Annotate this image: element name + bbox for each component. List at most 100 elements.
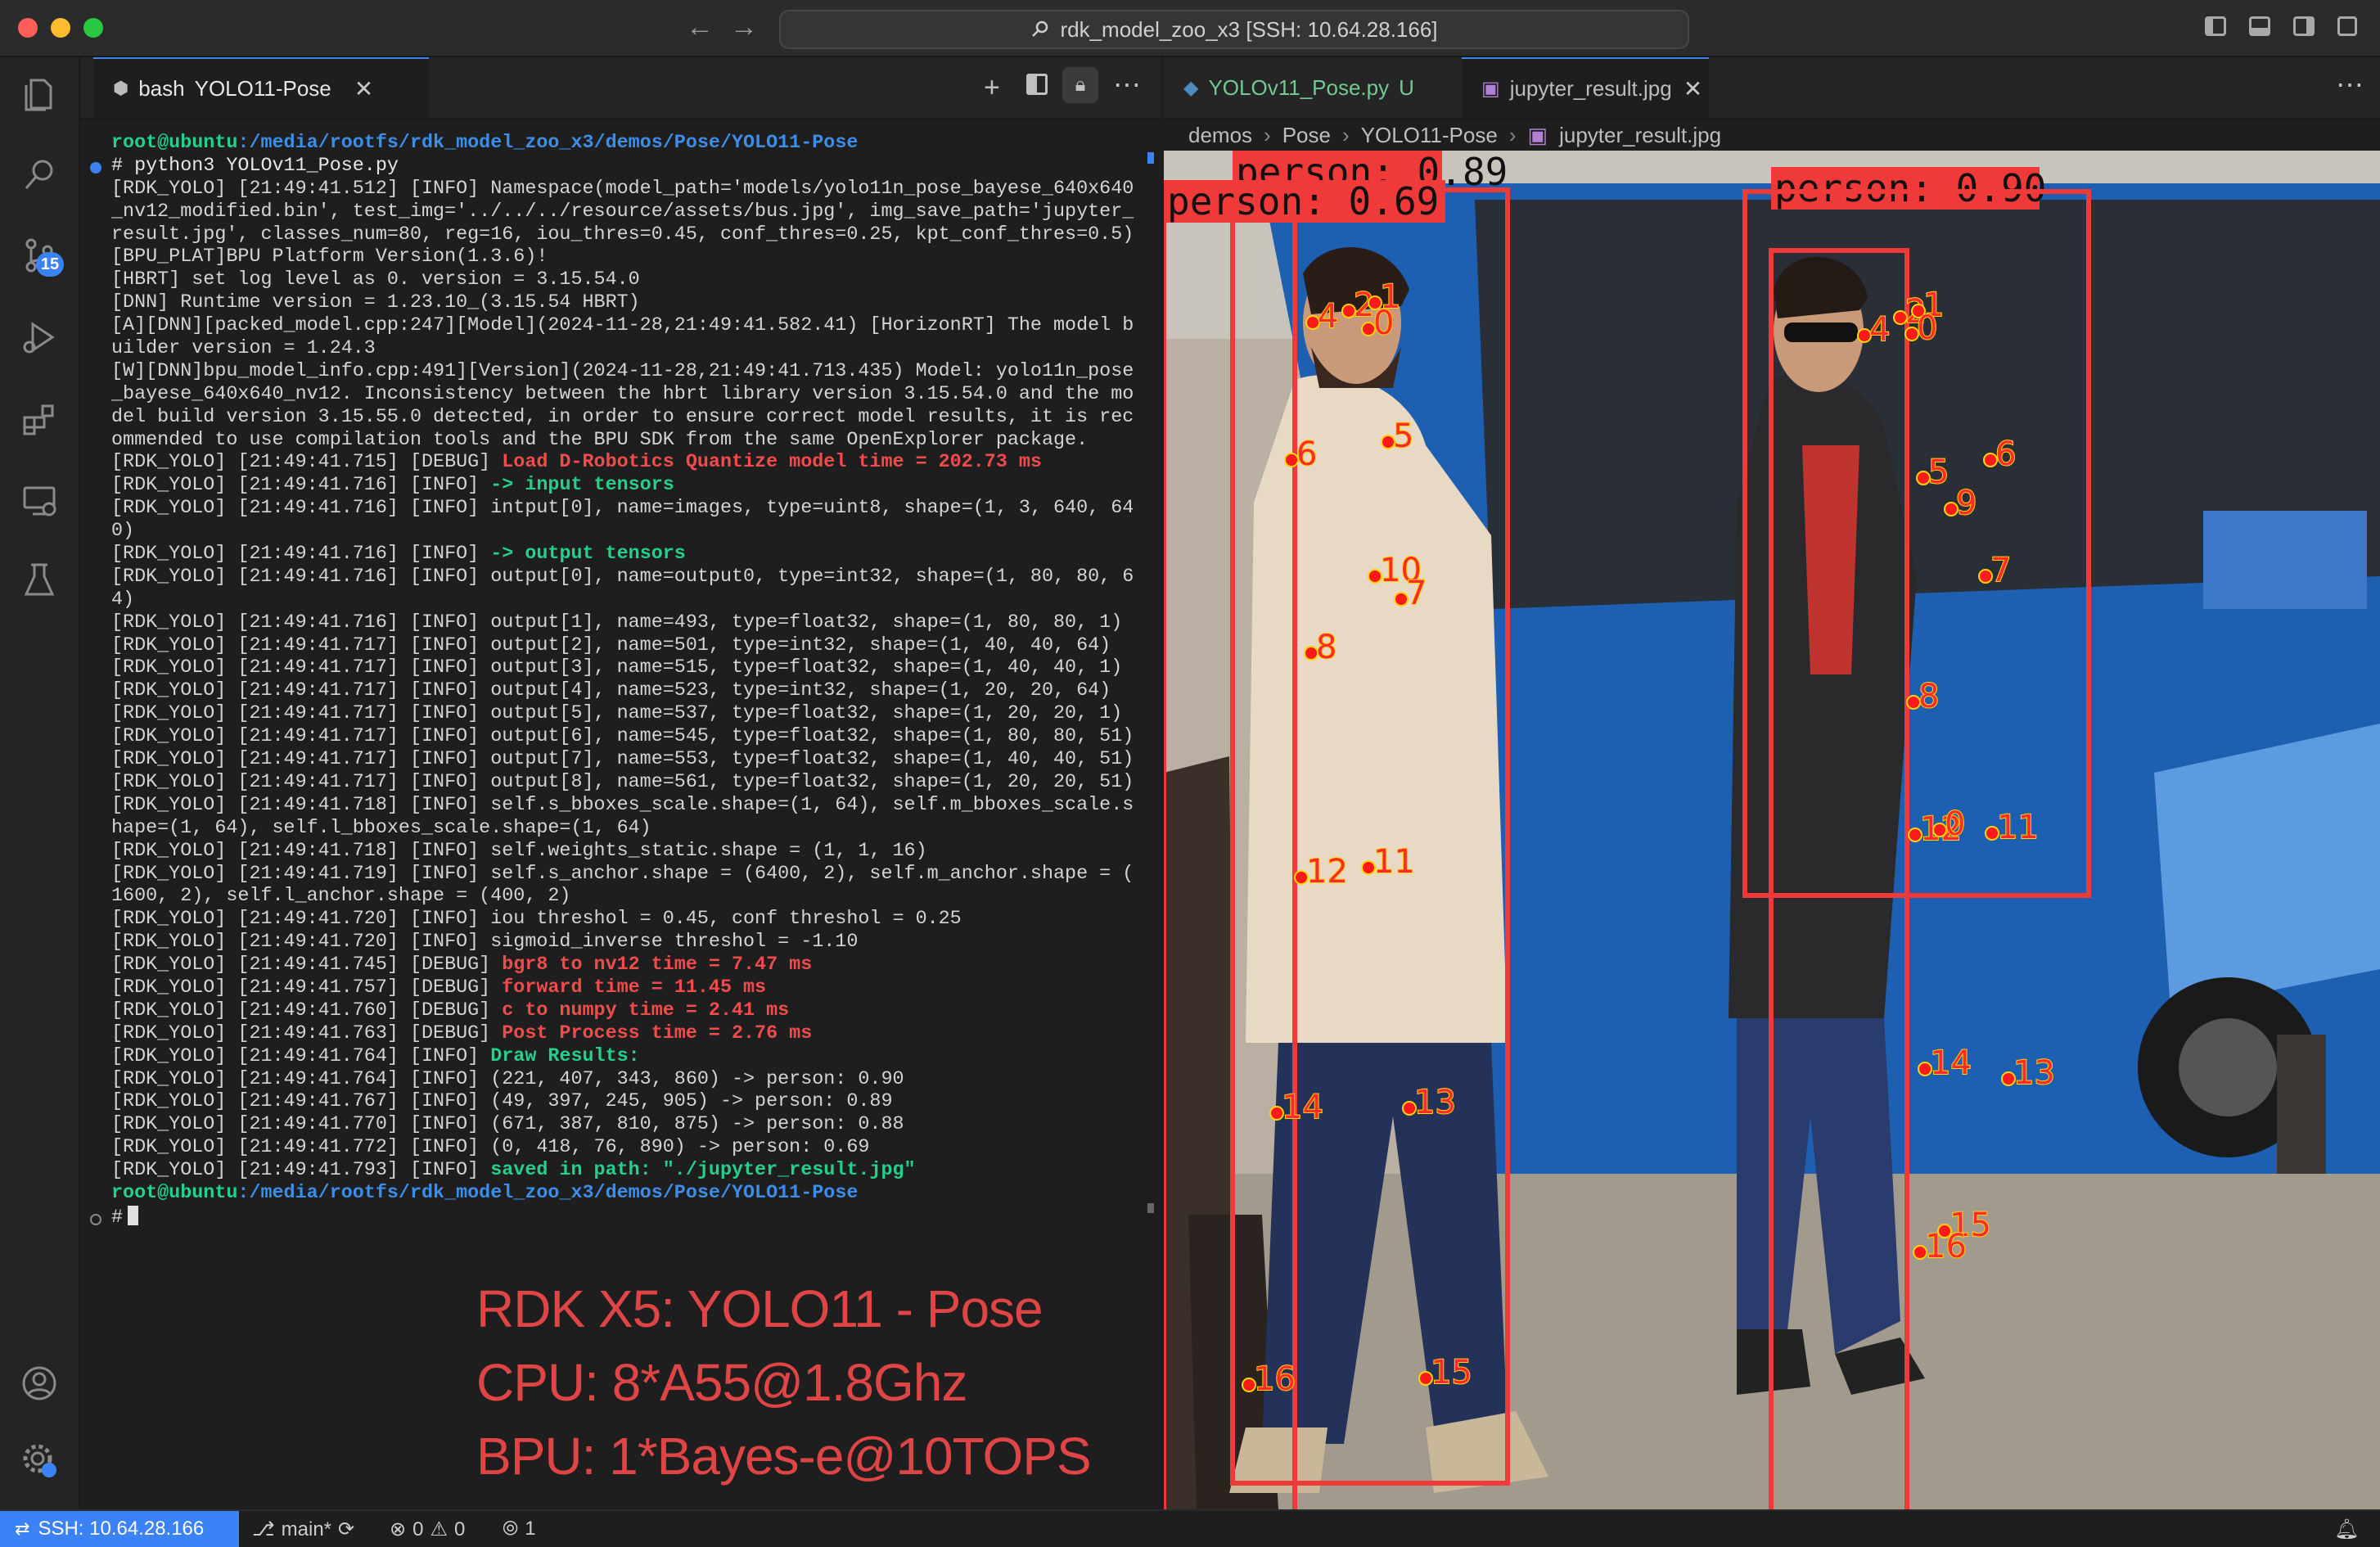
keypoint-label: 15 bbox=[1431, 1354, 1472, 1391]
more-actions-icon[interactable]: ⋯ bbox=[2336, 69, 2364, 101]
log-text: [RDK_YOLO] [21:49:41.764] [INFO] bbox=[111, 1045, 491, 1067]
editor-tab-image[interactable]: ▣ jupyter_result.jpg ✕ bbox=[1462, 57, 1709, 118]
text-cursor bbox=[128, 1205, 139, 1225]
window-title: rdk_model_zoo_x3 [SSH: 10.64.28.166] bbox=[1060, 16, 1438, 42]
log-line: [RDK_YOLO] [21:49:41.716] [INFO] -> inpu… bbox=[111, 475, 1159, 498]
remote-indicator[interactable]: ⇄ SSH: 10.64.28.166 bbox=[0, 1511, 239, 1547]
toggle-primary-sidebar-icon[interactable] bbox=[2205, 16, 2226, 36]
ports-indicator[interactable]: ⦾ 1 bbox=[503, 1518, 536, 1540]
log-line: [RDK_YOLO] [21:49:41.763] [DEBUG] Post P… bbox=[111, 1023, 1159, 1046]
remote-label: SSH: 10.64.28.166 bbox=[38, 1518, 205, 1540]
log-text: uilder version = 1.24.3 bbox=[111, 338, 376, 360]
log-text: _nv12_modified.bin', test_img='../../../… bbox=[111, 201, 1134, 223]
branch-indicator[interactable]: ⎇ main* ⟳ bbox=[252, 1518, 354, 1541]
log-highlight: Load D-Robotics Quantize model time = 20… bbox=[502, 452, 1042, 474]
maximize-window-button[interactable] bbox=[83, 18, 103, 38]
log-line: [RDK_YOLO] [21:49:41.720] [INFO] sigmoid… bbox=[111, 931, 1159, 954]
log-line: [W][DNN]bpu_model_info.cpp:491][Version]… bbox=[111, 361, 1159, 384]
log-line: [RDK_YOLO] [21:49:41.716] [INFO] intput[… bbox=[111, 498, 1159, 521]
forward-arrow-icon[interactable]: → bbox=[730, 11, 758, 43]
back-arrow-icon[interactable]: ← bbox=[686, 11, 714, 43]
editor-tab-py[interactable]: ◆ YOLOv11_Pose.py U bbox=[1164, 57, 1462, 118]
problems-indicator[interactable]: ⊗ 0 ⚠ 0 bbox=[390, 1518, 465, 1541]
terminal-tab-title: YOLO11-Pose bbox=[194, 75, 331, 101]
log-line: [RDK_YOLO] [21:49:41.764] [INFO] (221, 4… bbox=[111, 1069, 1159, 1092]
keypoint-label: 0 bbox=[1945, 805, 1965, 843]
minimize-window-button[interactable] bbox=[51, 18, 70, 38]
log-text: [RDK_YOLO] [21:49:41.717] [INFO] output[… bbox=[111, 634, 1111, 656]
log-text: [RDK_YOLO] [21:49:41.772] [INFO] (0, 418… bbox=[111, 1137, 870, 1159]
log-highlight: Draw Results: bbox=[490, 1045, 640, 1067]
notifications-bell-icon[interactable]: 🔔︎ bbox=[2334, 1518, 2359, 1541]
input-line[interactable]: # bbox=[111, 1205, 1159, 1229]
branch-icon: ⎇ bbox=[252, 1518, 275, 1540]
keypoint-label: 4 bbox=[1318, 298, 1338, 336]
close-icon[interactable]: ✕ bbox=[354, 75, 373, 102]
lock-icon[interactable]: 🔒︎ bbox=[1062, 67, 1098, 103]
manage-gear-icon[interactable] bbox=[20, 1441, 59, 1480]
log-text: [RDK_YOLO] [21:49:41.718] [INFO] self.s_… bbox=[111, 794, 1134, 816]
breadcrumb-item[interactable]: demos bbox=[1188, 123, 1252, 148]
log-line: [RDK_YOLO] [21:49:41.717] [INFO] output[… bbox=[111, 703, 1159, 726]
log-highlight: -> input tensors bbox=[490, 475, 674, 497]
log-line: [A][DNN][packed_model.cpp:247][Model](20… bbox=[111, 315, 1159, 338]
prompt-user: root@ubuntu bbox=[111, 133, 238, 154]
title-bar: ← → rdk_model_zoo_x3 [SSH: 10.64.28.166] bbox=[0, 0, 2380, 57]
log-text: [W][DNN]bpu_model_info.cpp:491][Version]… bbox=[111, 360, 1134, 382]
command-decoration-icon bbox=[90, 1214, 101, 1225]
new-terminal-icon[interactable]: + bbox=[984, 72, 1000, 104]
log-line: [RDK_YOLO] [21:49:41.717] [INFO] output[… bbox=[111, 772, 1159, 795]
breadcrumb-item[interactable]: YOLO11-Pose bbox=[1361, 123, 1498, 148]
explorer-icon[interactable] bbox=[20, 75, 59, 115]
search-icon bbox=[1032, 20, 1048, 37]
log-text: [RDK_YOLO] [21:49:41.767] [INFO] (49, 39… bbox=[111, 1091, 893, 1113]
breadcrumb-item[interactable]: Pose bbox=[1282, 123, 1331, 148]
command-center[interactable]: rdk_model_zoo_x3 [SSH: 10.64.28.166] bbox=[779, 10, 1689, 49]
more-actions-icon[interactable]: ⋯ bbox=[1113, 69, 1141, 101]
terminal-tab[interactable]: ⬢ bash YOLO11-Pose ✕ bbox=[93, 57, 429, 118]
prompt-symbol: # bbox=[111, 1206, 124, 1229]
log-line: [RDK_YOLO] [21:49:41.772] [INFO] (0, 418… bbox=[111, 1137, 1159, 1160]
close-window-button[interactable] bbox=[18, 18, 38, 38]
keypoint-label: 0 bbox=[1917, 309, 1937, 347]
status-bar: ⇄ SSH: 10.64.28.166 ⎇ main* ⟳ ⊗ 0 ⚠ 0 ⦾ … bbox=[0, 1509, 2380, 1547]
run-debug-icon[interactable] bbox=[20, 318, 59, 357]
log-text: [RDK_YOLO] [21:49:41.717] [INFO] output[… bbox=[111, 703, 1123, 725]
chevron-right-icon: › bbox=[1341, 122, 1350, 147]
log-line: result.jpg', classes_num=80, reg=16, iou… bbox=[111, 224, 1159, 247]
account-icon[interactable] bbox=[20, 1364, 59, 1403]
log-line: _bayese_640x640_nv12. Inconsistency betw… bbox=[111, 384, 1159, 407]
search-icon[interactable] bbox=[20, 156, 59, 195]
log-line: [RDK_YOLO] [21:49:41.717] [INFO] output[… bbox=[111, 657, 1159, 680]
remote-explorer-icon[interactable] bbox=[20, 481, 59, 521]
log-text: [HBRT] set log level as 0. version = 3.1… bbox=[111, 269, 640, 291]
extensions-icon[interactable] bbox=[20, 399, 59, 439]
terminal-tab-strip: ⬢ bash YOLO11-Pose ✕ + 🔒︎ ⋯ bbox=[80, 57, 1161, 120]
editor-tab-label: YOLOv11_Pose.py bbox=[1208, 74, 1390, 100]
log-line: ommended to use compilation tools and th… bbox=[111, 430, 1159, 453]
split-editor-icon[interactable] bbox=[1026, 74, 1048, 95]
chevron-right-icon: › bbox=[1508, 122, 1517, 147]
log-line: [DNN] Runtime version = 1.23.10_(3.15.54… bbox=[111, 292, 1159, 315]
sync-icon: ⟳ bbox=[338, 1518, 355, 1540]
log-text: [RDK_YOLO] [21:49:41.760] [DEBUG] bbox=[111, 999, 503, 1022]
remote-icon: ⇄ bbox=[15, 1518, 30, 1539]
customize-layout-icon[interactable] bbox=[2337, 16, 2357, 36]
warning-icon: ⚠ bbox=[430, 1518, 448, 1540]
keypoint-label: 7 bbox=[1406, 575, 1427, 612]
result-image: person: 0.89person: 0.69 person: 0.90 421… bbox=[1164, 151, 2380, 1509]
testing-icon[interactable] bbox=[20, 560, 59, 599]
log-highlight: forward time = 11.45 ms bbox=[502, 976, 767, 999]
breadcrumb-item[interactable]: jupyter_result.jpg bbox=[1559, 123, 1721, 148]
log-line: [RDK_YOLO] [21:49:41.757] [DEBUG] forwar… bbox=[111, 977, 1159, 1000]
toggle-panel-icon[interactable] bbox=[2249, 16, 2270, 36]
toggle-secondary-sidebar-icon[interactable] bbox=[2293, 16, 2315, 36]
log-text: 1600, 2), self.l_anchor.shape = (400, 2) bbox=[111, 886, 571, 908]
image-file-icon: ▣ bbox=[1481, 77, 1500, 100]
terminal-panel[interactable]: root@ubuntu:/media/rootfs/rdk_model_zoo_… bbox=[80, 120, 1162, 1509]
close-icon[interactable]: ✕ bbox=[1684, 75, 1702, 102]
log-text: [RDK_YOLO] [21:49:41.763] [DEBUG] bbox=[111, 1022, 503, 1044]
prompt-line: root@ubuntu:/media/rootfs/rdk_model_zoo_… bbox=[111, 1183, 1159, 1206]
log-line: [RDK_YOLO] [21:49:41.793] [INFO] saved i… bbox=[111, 1160, 1159, 1183]
log-line: [RDK_YOLO] [21:49:41.717] [INFO] output[… bbox=[111, 749, 1159, 772]
